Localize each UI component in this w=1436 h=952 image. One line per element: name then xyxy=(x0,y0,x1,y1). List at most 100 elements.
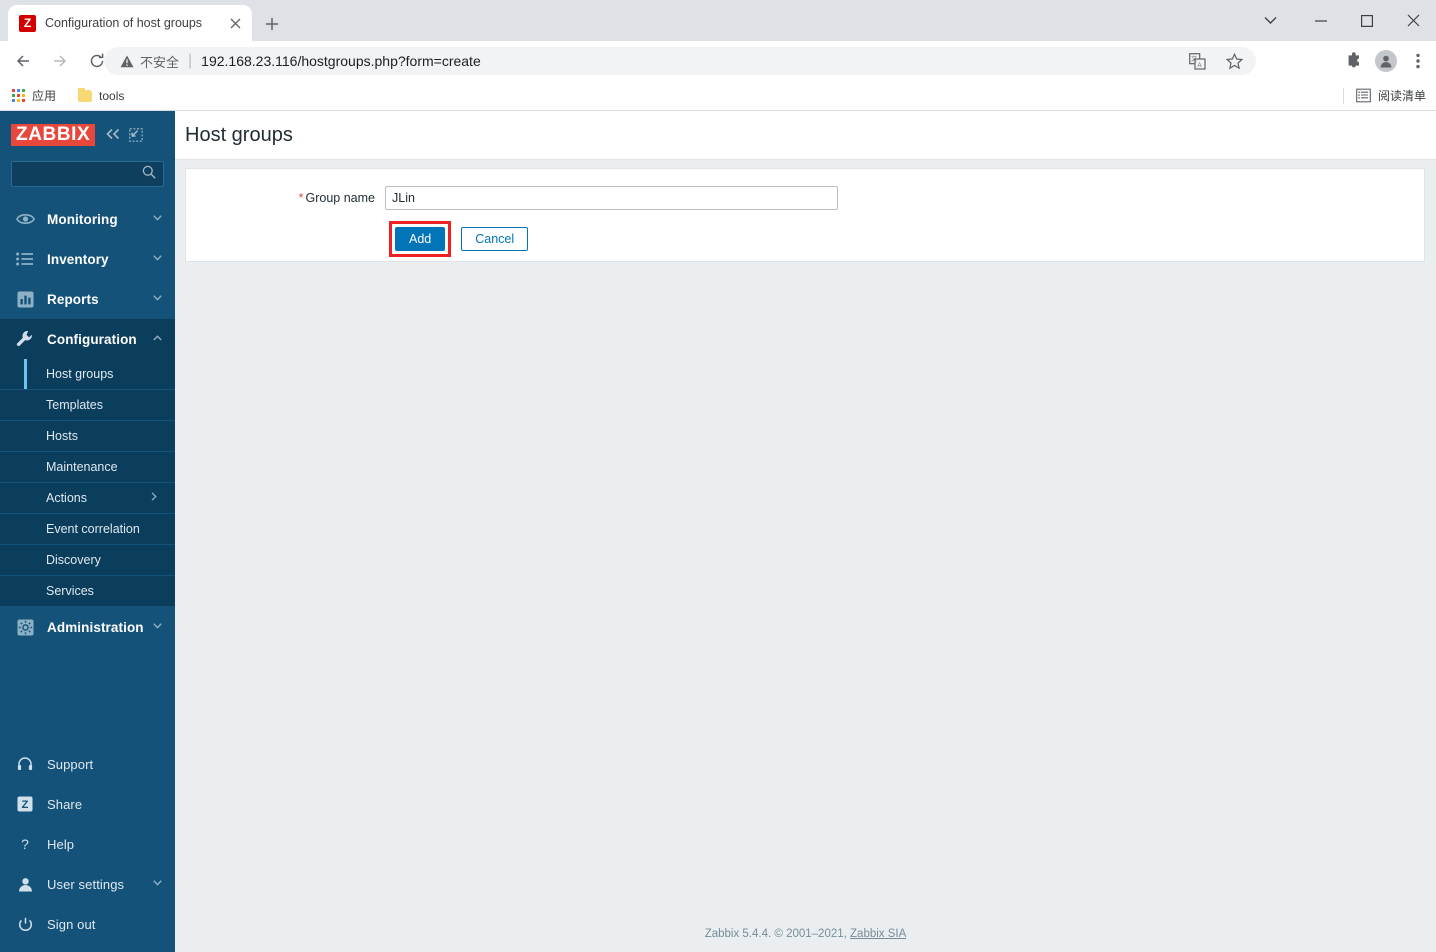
cancel-button[interactable]: Cancel xyxy=(461,227,529,251)
back-arrow-icon[interactable] xyxy=(9,47,37,75)
sidebar-item-label: User settings xyxy=(47,876,125,892)
chevron-down-icon[interactable] xyxy=(1242,0,1298,41)
translate-icon[interactable]: 文 A xyxy=(1183,47,1211,75)
group-name-input[interactable] xyxy=(385,186,838,210)
sidebar-item-actions[interactable]: Actions xyxy=(0,483,175,514)
chevron-down-icon[interactable] xyxy=(153,879,162,889)
eye-icon xyxy=(10,212,40,226)
sidebar-item-label: Configuration xyxy=(47,331,137,347)
sidebar-item-maintenance[interactable]: Maintenance xyxy=(0,452,175,483)
browser-tab[interactable]: Z Configuration of host groups xyxy=(8,5,252,41)
gear-cog-icon xyxy=(10,619,40,636)
bar-chart-icon xyxy=(10,291,40,308)
svg-text:文: 文 xyxy=(1191,55,1197,63)
apps-grid-icon xyxy=(12,89,25,102)
search-icon xyxy=(142,165,156,184)
bookmarks-bar: 应用 tools 阅读清单 xyxy=(0,81,1436,111)
bookmark-apps[interactable]: 应用 xyxy=(12,87,56,104)
sidebar-menu: Monitoring Inventory Reports Configurati… xyxy=(0,199,175,647)
sidebar-subitem-label: Templates xyxy=(46,398,103,412)
sidebar-subitem-label: Discovery xyxy=(46,553,101,567)
sidebar-item-label: Administration xyxy=(47,619,144,635)
close-icon[interactable] xyxy=(1390,0,1436,41)
three-dot-menu-icon[interactable] xyxy=(1404,47,1432,75)
sidebar-header: ZABBIX xyxy=(0,111,175,159)
sidebar-item-configuration[interactable]: Configuration xyxy=(0,319,175,359)
wrench-icon xyxy=(10,330,40,348)
bookmark-label: tools xyxy=(99,88,125,103)
main-content: Host groups *Group name Add Cancel Zabbi… xyxy=(175,111,1436,952)
question-mark-icon: ? xyxy=(10,836,40,852)
sidebar-item-support[interactable]: Support xyxy=(0,744,175,784)
bookmark-tools[interactable]: tools xyxy=(78,87,125,103)
configuration-submenu: Host groups Templates Hosts Maintenance … xyxy=(0,359,175,607)
star-icon[interactable] xyxy=(1220,47,1248,75)
reading-list-icon xyxy=(1356,88,1371,103)
footer-copyright-text: Zabbix 5.4.4. © 2001–2021, xyxy=(704,928,851,940)
browser-tab-strip: Z Configuration of host groups xyxy=(0,0,1436,41)
address-bar[interactable]: 不安全 | 192.168.23.116/hostgroups.php?form… xyxy=(104,47,1256,75)
sidebar-item-label: Share xyxy=(47,796,83,812)
folder-icon xyxy=(78,87,93,102)
sidebar-item-help[interactable]: ? Help xyxy=(0,824,175,864)
sidebar-subitem-label: Host groups xyxy=(46,367,114,381)
sidebar-item-discovery[interactable]: Discovery xyxy=(0,545,175,576)
zabbix-logo[interactable]: ZABBIX xyxy=(11,124,96,146)
headset-icon xyxy=(10,756,40,772)
chevron-up-icon[interactable] xyxy=(153,334,162,344)
sidebar-item-user-settings[interactable]: User settings xyxy=(0,864,175,904)
chevron-down-icon[interactable] xyxy=(153,214,162,224)
collapse-sidebar-icon[interactable] xyxy=(129,128,144,142)
close-icon[interactable] xyxy=(224,12,246,34)
user-icon xyxy=(10,877,40,892)
page-title: Host groups xyxy=(185,123,293,146)
sidebar-subitem-label: Services xyxy=(46,584,94,598)
sidebar-item-event-correlation[interactable]: Event correlation xyxy=(0,514,175,545)
sidebar-item-administration[interactable]: Administration xyxy=(0,607,175,647)
new-tab-button[interactable] xyxy=(258,10,286,38)
group-name-label: * Group name xyxy=(186,191,385,205)
search-input[interactable] xyxy=(11,161,164,187)
sidebar-item-label: Sign out xyxy=(47,916,96,932)
reading-list-area[interactable]: 阅读清单 xyxy=(1342,87,1426,104)
form-buttons: Add Cancel xyxy=(186,221,1424,257)
browser-toolbar-right xyxy=(1336,47,1432,75)
list-icon xyxy=(10,252,40,266)
add-button[interactable]: Add xyxy=(395,227,446,251)
sidebar-item-hosts[interactable]: Hosts xyxy=(0,421,175,452)
sidebar-subitem-label: Event correlation xyxy=(46,522,140,536)
sidebar-item-reports[interactable]: Reports xyxy=(0,279,175,319)
sidebar-item-inventory[interactable]: Inventory xyxy=(0,239,175,279)
omnibox-url-text: 192.168.23.116/hostgroups.php?form=creat… xyxy=(201,53,481,69)
required-marker: * xyxy=(298,191,304,205)
sidebar-item-host-groups[interactable]: Host groups xyxy=(0,359,175,390)
double-chevron-left-icon[interactable] xyxy=(105,127,121,144)
sidebar-item-share[interactable]: Z Share xyxy=(0,784,175,824)
zabbix-sia-link[interactable]: Zabbix SIA xyxy=(850,928,906,940)
sidebar-item-templates[interactable]: Templates xyxy=(0,390,175,421)
sidebar-subitem-label: Maintenance xyxy=(46,460,118,474)
host-group-form-panel: *Group name Add Cancel xyxy=(185,168,1425,262)
sidebar: ZABBIX Monitoring Inventory Reports Conf… xyxy=(0,111,175,952)
profile-avatar-icon[interactable] xyxy=(1372,47,1400,75)
not-secure-warning-icon[interactable]: 不安全 xyxy=(120,52,179,71)
browser-tab-title: Configuration of host groups xyxy=(45,16,203,30)
chevron-down-icon[interactable] xyxy=(153,294,162,304)
sidebar-item-label: Support xyxy=(47,756,94,772)
power-icon xyxy=(10,917,40,932)
chevron-down-icon[interactable] xyxy=(153,622,162,632)
sidebar-item-monitoring[interactable]: Monitoring xyxy=(0,199,175,239)
chevron-right-icon xyxy=(151,492,157,504)
maximize-icon[interactable] xyxy=(1344,0,1390,41)
puzzle-extensions-icon[interactable] xyxy=(1340,47,1368,75)
forward-arrow-icon[interactable] xyxy=(46,47,74,75)
minimize-icon[interactable] xyxy=(1298,0,1344,41)
zabbix-favicon: Z xyxy=(19,14,36,32)
page-header: Host groups xyxy=(175,111,1436,160)
window-controls xyxy=(1242,0,1436,41)
sidebar-item-sign-out[interactable]: Sign out xyxy=(0,904,175,944)
chevron-down-icon[interactable] xyxy=(153,254,162,264)
sidebar-item-label: Inventory xyxy=(47,251,109,267)
sidebar-item-services[interactable]: Services xyxy=(0,576,175,607)
sidebar-item-label: Monitoring xyxy=(47,211,118,227)
